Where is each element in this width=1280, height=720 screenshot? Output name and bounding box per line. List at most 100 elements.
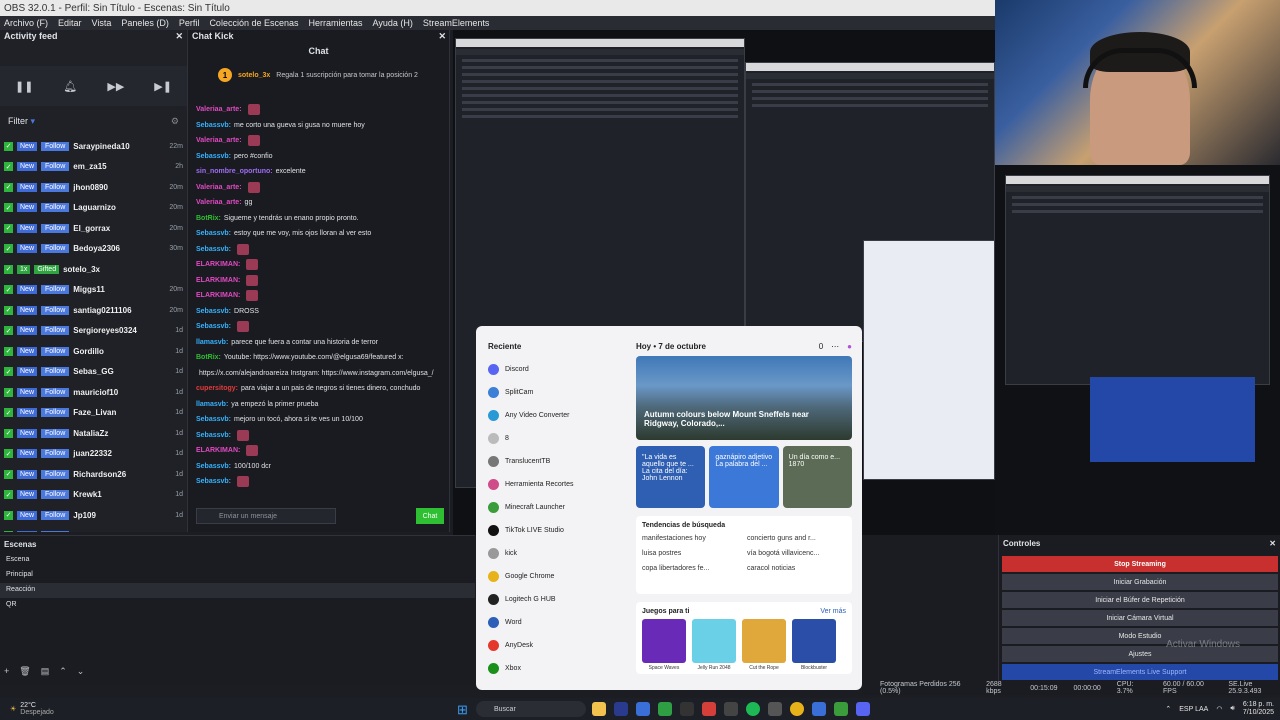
scene-item[interactable]: Principal <box>0 568 475 583</box>
chat-username[interactable]: ELARKIMAN: <box>196 277 240 284</box>
pause-icon[interactable]: ❚❚ <box>15 80 33 93</box>
menu-item[interactable]: Ayuda (H) <box>373 18 413 28</box>
app-icon[interactable] <box>812 702 826 716</box>
copilot-icon[interactable]: ● <box>847 342 852 351</box>
chat-username[interactable]: ELARKIMAN: <box>196 447 240 454</box>
up-icon[interactable]: ⌃ <box>59 666 67 677</box>
game-tile[interactable]: Space Waves <box>642 619 686 671</box>
list-item[interactable]: ✓ New Follow El_gorrax 20m <box>0 218 187 239</box>
info-card[interactable]: gaznápiro adjetivo La palabra del ... <box>709 446 779 508</box>
chat-username[interactable]: llamasvb: <box>196 401 228 408</box>
chat-username[interactable]: Sebassvb: <box>196 463 231 470</box>
app-icon[interactable] <box>702 702 716 716</box>
chat-username[interactable]: ELARKIMAN: <box>196 292 240 299</box>
menu-item[interactable]: StreamElements <box>423 18 490 28</box>
list-item[interactable]: ✓NewFollowbryanbyplayer51d <box>0 526 187 532</box>
chat-username[interactable]: sin_nombre_oportuno: <box>196 168 273 175</box>
control-button[interactable]: Stop Streaming <box>1002 556 1278 572</box>
list-item[interactable]: ✓ New Follow Faze_Livan 1d <box>0 403 187 424</box>
chevron-up-icon[interactable]: ⌃ <box>1165 705 1171 713</box>
menu-item[interactable]: Herramientas <box>309 18 363 28</box>
game-tile[interactable]: Jelly Run 2048 <box>692 619 736 671</box>
language-indicator[interactable]: ESP LAA <box>1179 706 1208 713</box>
start-app-item[interactable]: 8 <box>488 427 628 450</box>
menu-item[interactable]: Colección de Escenas <box>209 18 298 28</box>
add-icon[interactable]: + <box>4 666 9 677</box>
list-item[interactable]: ✓ New Follow NataliaZz 1d <box>0 423 187 444</box>
start-app-item[interactable]: Herramienta Recortes <box>488 473 628 496</box>
volume-icon[interactable]: 🔊︎ <box>1230 705 1234 713</box>
control-button[interactable]: Iniciar Cámara Virtual <box>1002 610 1278 626</box>
start-app-item[interactable]: Minecraft Launcher <box>488 496 628 519</box>
filter-dropdown[interactable]: Filter ▾ <box>8 116 35 127</box>
start-app-item[interactable]: SplitCam <box>488 381 628 404</box>
list-item[interactable]: ✓ New Follow Laguarnizo 20m <box>0 198 187 219</box>
chat-username[interactable]: BotRix: <box>196 215 221 222</box>
scene-item[interactable]: Escena <box>0 553 475 568</box>
chat-username[interactable]: Sebassvb: <box>196 308 231 315</box>
trend-item[interactable]: vía bogotá villavicenc... <box>747 550 846 557</box>
chat-input[interactable]: Enviar un mensaje <box>196 508 336 524</box>
clock[interactable]: 6:18 p. m. 7/10/2025 <box>1243 701 1274 717</box>
start-app-item[interactable]: Discord <box>488 358 628 381</box>
menu-item[interactable]: Paneles (D) <box>121 18 169 28</box>
chat-username[interactable]: Sebassvb: <box>196 432 231 439</box>
trend-item[interactable]: copa libertadores fe... <box>642 565 741 572</box>
down-icon[interactable]: ⌄ <box>77 666 85 677</box>
list-item[interactable]: ✓ New Follow jhon0890 20m <box>0 177 187 198</box>
menu-item[interactable]: Vista <box>92 18 112 28</box>
scene-item[interactable]: QR <box>0 598 475 613</box>
chat-username[interactable]: llamasvb: <box>196 339 228 346</box>
start-app-item[interactable]: TranslucentTB <box>488 450 628 473</box>
list-item[interactable]: ✓ New Follow Miggs11 20m <box>0 280 187 301</box>
chat-username[interactable]: BotRix: <box>196 354 221 361</box>
chat-username[interactable]: Sebassvb: <box>196 323 231 330</box>
start-app-item[interactable]: kick <box>488 542 628 565</box>
start-app-item[interactable]: Xbox <box>488 657 628 680</box>
list-item[interactable]: ✓ New Follow Richardson26 1d <box>0 464 187 485</box>
list-item[interactable]: ✓ New Follow Jp109 1d <box>0 505 187 526</box>
control-button[interactable]: Iniciar Grabación <box>1002 574 1278 590</box>
app-icon[interactable] <box>658 702 672 716</box>
app-icon[interactable] <box>768 702 782 716</box>
start-app-item[interactable]: Google Chrome <box>488 565 628 588</box>
chat-username[interactable]: Sebassvb: <box>196 416 231 423</box>
menu-item[interactable]: Editar <box>58 18 82 28</box>
menu-item[interactable]: Archivo (F) <box>4 18 48 28</box>
list-item[interactable]: ✓ New Follow juan22332 1d <box>0 444 187 465</box>
control-button[interactable]: StreamElements Live Support <box>1002 664 1278 680</box>
skip-icon[interactable]: ▶▶ <box>107 80 124 93</box>
chat-username[interactable]: ELARKIMAN: <box>196 261 240 268</box>
app-icon[interactable] <box>636 702 650 716</box>
app-icon[interactable] <box>834 702 848 716</box>
start-app-item[interactable]: Word <box>488 611 628 634</box>
skip-end-icon[interactable]: ▶❚ <box>154 80 172 93</box>
chat-username[interactable]: Valeriaa_arte: <box>196 106 242 113</box>
chat-username[interactable]: Valeriaa_arte: <box>196 137 242 144</box>
chat-send-button[interactable]: Chat <box>416 508 444 524</box>
chat-username[interactable]: Sebassvb: <box>196 478 231 485</box>
close-icon[interactable]: ✕ <box>438 31 446 42</box>
game-tile[interactable]: Blockbuster <box>792 619 836 671</box>
trend-item[interactable]: caracol noticias <box>747 565 846 572</box>
app-icon[interactable] <box>724 702 738 716</box>
hero-card[interactable]: Autumn colours below Mount Sneffels near… <box>636 356 852 440</box>
chat-username[interactable]: cupersitogy: <box>196 385 238 392</box>
trash-icon[interactable]: 🗑︎ <box>19 666 30 677</box>
list-item[interactable]: ✓ New Follow mauriciof10 1d <box>0 382 187 403</box>
chrome-icon[interactable] <box>790 702 804 716</box>
trend-item[interactable]: concierto guns and r... <box>747 535 846 542</box>
chat-username[interactable]: Sebassvb: <box>196 122 231 129</box>
game-tile[interactable]: Cut the Rope <box>742 619 786 671</box>
close-icon[interactable]: ✕ <box>1269 539 1276 548</box>
folder-icon[interactable] <box>592 702 606 716</box>
spotify-icon[interactable] <box>746 702 760 716</box>
games-more-link[interactable]: Ver más <box>820 608 846 615</box>
list-item[interactable]: ✓ New Follow santiag0211106 20m <box>0 300 187 321</box>
chat-username[interactable]: Sebassvb: <box>196 153 231 160</box>
info-card[interactable]: "La vida es aquello que te ... La cita d… <box>636 446 706 508</box>
list-item[interactable]: ✓ New Follow Gordillo 1d <box>0 341 187 362</box>
list-item[interactable]: ✓ New Follow Sebas_GG 1d <box>0 362 187 383</box>
windows-start-icon[interactable]: ⊞ <box>457 702 468 718</box>
list-item[interactable]: ✓ New Follow em_za15 2h <box>0 157 187 178</box>
